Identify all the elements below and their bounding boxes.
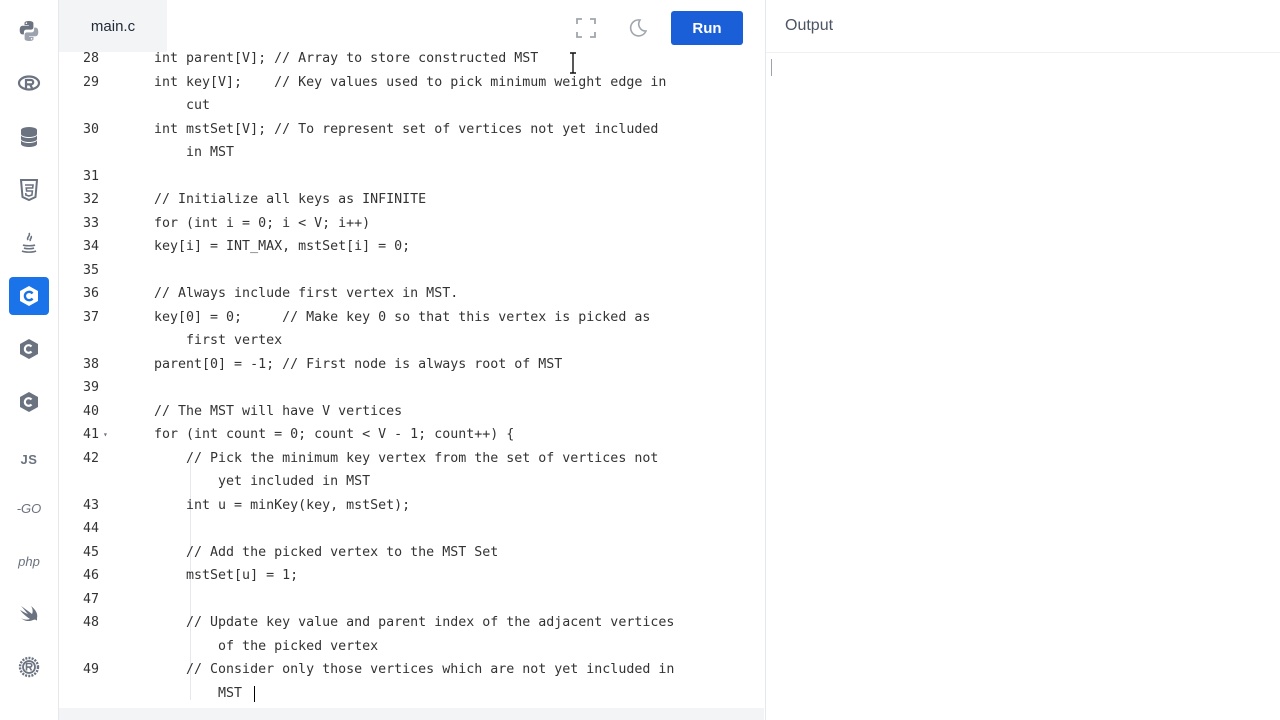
file-tab-label: main.c (90, 17, 136, 35)
code-text: mstSet[u] = 1; (154, 568, 299, 583)
code-text: yet included in MST (154, 474, 371, 489)
line-number: 30 (82, 121, 99, 137)
database-icon[interactable] (9, 118, 49, 156)
line-number: 45 (82, 544, 99, 560)
line-number: 37 (82, 309, 99, 325)
code-text: // Consider only those vertices which ar… (154, 662, 675, 677)
code-text: // Initialize all keys as INFINITE (154, 192, 427, 207)
line-number: 34 (82, 239, 99, 254)
code-text: // Pick the minimum key vertex from the … (154, 450, 659, 466)
code-text: parent[0] = -1; // First node is always … (154, 356, 563, 372)
code-text: // Always include first vertex in MST. (154, 286, 459, 301)
line-number: 42 (82, 450, 99, 466)
code-text: int mstSet[V]; // To represent set of ve… (154, 121, 659, 137)
code-text: cut (154, 98, 211, 113)
line-number: 40 (82, 403, 99, 419)
php-label: php (18, 553, 40, 569)
line-number: 38 (82, 356, 99, 372)
output-panel: Output (765, 0, 1280, 720)
code-text: // Update key value and parent index of … (154, 615, 675, 630)
code-editor[interactable]: 28 int parent[V]; // Array to store const… (59, 52, 764, 708)
line-number: 28 (82, 52, 99, 66)
code-text: for (int count = 0; count < V - 1; count… (154, 427, 515, 442)
javascript-label: JS (20, 451, 38, 467)
javascript-icon[interactable]: JS (9, 440, 49, 478)
text-caret (254, 685, 255, 702)
line-number: 46 (82, 568, 99, 583)
code-text: int parent[V]; // Array to store constru… (154, 52, 539, 66)
line-number: 44 (82, 521, 99, 536)
line-number: 35 (82, 262, 99, 278)
fullscreen-icon[interactable] (571, 13, 601, 43)
line-number: 39 (82, 380, 99, 395)
line-number: 36 (82, 286, 99, 301)
fold-arrow-icon[interactable]: ▾ (103, 423, 108, 447)
csharp-icon[interactable] (9, 383, 49, 421)
go-label: -GO (16, 500, 42, 516)
rust-icon[interactable] (9, 648, 49, 686)
python-icon[interactable] (9, 12, 49, 50)
line-number: 31 (82, 168, 99, 184)
code-text: first vertex (154, 333, 283, 348)
line-number: 47 (82, 591, 99, 607)
code-text: // Add the picked vertex to the MST Set (154, 544, 499, 560)
swift-icon[interactable] (9, 595, 49, 633)
c-icon[interactable] (9, 277, 49, 315)
line-number: 32 (82, 192, 99, 207)
text-cursor-icon (570, 52, 576, 74)
code-text: key[0] = 0; // Make key 0 so that this v… (154, 309, 651, 325)
php-icon[interactable]: php (9, 542, 49, 580)
r-icon[interactable] (9, 65, 49, 103)
line-number: 49 (82, 662, 99, 677)
java-icon[interactable] (9, 224, 49, 262)
editor-bottom-strip (59, 708, 764, 720)
code-text: MST (154, 685, 243, 701)
output-header: Output (766, 0, 1280, 53)
line-number: 48 (82, 615, 99, 630)
code-text: in MST (154, 145, 235, 160)
line-number: 29 (82, 74, 99, 90)
file-tab[interactable]: main.c (59, 0, 167, 52)
code-text: for (int i = 0; i < V; i++) (154, 215, 371, 231)
language-sidebar: JS -GO php (0, 0, 59, 720)
code-text: int key[V]; // Key values used to pick m… (154, 74, 667, 90)
code-text: // The MST will have V vertices (154, 403, 403, 419)
run-button[interactable]: Run (671, 11, 743, 45)
output-title: Output (785, 17, 834, 34)
code-text: int u = minKey(key, mstSet); (154, 497, 411, 513)
line-number: 33 (82, 215, 99, 231)
dark-mode-icon[interactable] (622, 13, 652, 43)
cpp-icon[interactable] (9, 330, 49, 368)
code-text: of the picked vertex (154, 638, 379, 654)
code-text: key[i] = INT_MAX, mstSet[i] = 0; (154, 239, 411, 254)
output-caret (771, 59, 772, 76)
go-icon[interactable]: -GO (9, 489, 49, 527)
editor-toolbar: main.c Run (59, 0, 764, 53)
line-number: 41 (82, 427, 99, 442)
html5-icon[interactable] (9, 171, 49, 209)
line-number: 43 (82, 497, 99, 513)
